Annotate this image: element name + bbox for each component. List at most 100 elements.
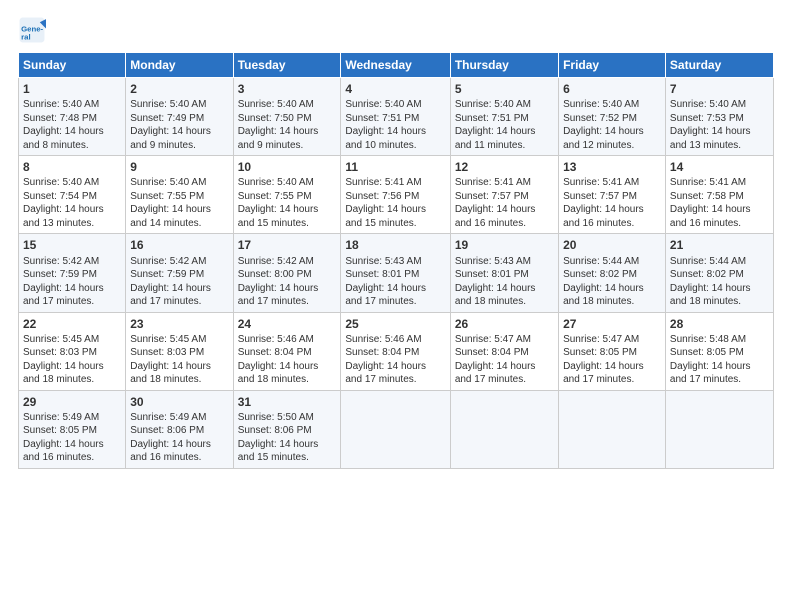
day-info: and 17 minutes. [238,295,337,309]
day-info: Daylight: 14 hours [670,360,769,374]
day-number: 9 [130,159,228,175]
day-info: Daylight: 14 hours [563,282,661,296]
day-number: 8 [23,159,121,175]
calendar-cell: 12Sunrise: 5:41 AMSunset: 7:57 PMDayligh… [450,156,558,234]
day-info: and 17 minutes. [345,295,445,309]
logo: Gene- ral [18,16,48,44]
calendar-cell: 1Sunrise: 5:40 AMSunset: 7:48 PMDaylight… [19,78,126,156]
day-info: Daylight: 14 hours [670,282,769,296]
day-number: 13 [563,159,661,175]
day-info: Sunrise: 5:40 AM [23,98,121,112]
calendar-cell: 26Sunrise: 5:47 AMSunset: 8:04 PMDayligh… [450,312,558,390]
week-row-1: 1Sunrise: 5:40 AMSunset: 7:48 PMDaylight… [19,78,774,156]
day-info: Sunset: 8:04 PM [238,346,337,360]
day-info: Sunrise: 5:45 AM [130,333,228,347]
calendar-cell: 5Sunrise: 5:40 AMSunset: 7:51 PMDaylight… [450,78,558,156]
week-row-4: 22Sunrise: 5:45 AMSunset: 8:03 PMDayligh… [19,312,774,390]
day-info: Sunrise: 5:40 AM [345,98,445,112]
day-number: 14 [670,159,769,175]
day-info: Sunrise: 5:44 AM [670,255,769,269]
day-info: and 9 minutes. [130,139,228,153]
day-info: Sunset: 8:01 PM [345,268,445,282]
day-info: Sunrise: 5:40 AM [238,176,337,190]
day-info: Sunset: 8:05 PM [563,346,661,360]
day-info: Daylight: 14 hours [130,438,228,452]
day-info: and 16 minutes. [455,217,554,231]
day-info: and 11 minutes. [455,139,554,153]
week-row-3: 15Sunrise: 5:42 AMSunset: 7:59 PMDayligh… [19,234,774,312]
day-info: and 15 minutes. [238,451,337,465]
day-info: Sunrise: 5:41 AM [670,176,769,190]
calendar-cell: 18Sunrise: 5:43 AMSunset: 8:01 PMDayligh… [341,234,450,312]
day-number: 16 [130,237,228,253]
day-info: Daylight: 14 hours [455,360,554,374]
day-number: 7 [670,81,769,97]
day-info: and 18 minutes. [23,373,121,387]
calendar-cell: 7Sunrise: 5:40 AMSunset: 7:53 PMDaylight… [665,78,773,156]
calendar-cell [559,390,666,468]
day-info: Sunrise: 5:41 AM [563,176,661,190]
day-info: Sunset: 7:55 PM [238,190,337,204]
day-number: 28 [670,316,769,332]
day-info: and 16 minutes. [670,217,769,231]
day-info: Sunrise: 5:43 AM [345,255,445,269]
day-info: Daylight: 14 hours [130,203,228,217]
calendar-cell: 11Sunrise: 5:41 AMSunset: 7:56 PMDayligh… [341,156,450,234]
day-number: 6 [563,81,661,97]
day-info: Sunset: 8:05 PM [670,346,769,360]
calendar-cell: 3Sunrise: 5:40 AMSunset: 7:50 PMDaylight… [233,78,341,156]
day-info: Sunset: 8:04 PM [455,346,554,360]
day-info: Daylight: 14 hours [563,125,661,139]
day-info: and 16 minutes. [563,217,661,231]
day-info: and 17 minutes. [670,373,769,387]
day-number: 24 [238,316,337,332]
day-info: Daylight: 14 hours [563,203,661,217]
day-info: Daylight: 14 hours [130,360,228,374]
day-info: Sunrise: 5:40 AM [670,98,769,112]
weekday-header: SundayMondayTuesdayWednesdayThursdayFrid… [19,53,774,78]
day-info: Daylight: 14 hours [455,203,554,217]
day-info: Daylight: 14 hours [23,125,121,139]
day-info: Daylight: 14 hours [238,282,337,296]
day-info: and 18 minutes. [238,373,337,387]
calendar-cell: 30Sunrise: 5:49 AMSunset: 8:06 PMDayligh… [126,390,233,468]
day-info: Daylight: 14 hours [455,282,554,296]
calendar-cell [665,390,773,468]
day-info: Daylight: 14 hours [345,360,445,374]
day-info: Daylight: 14 hours [563,360,661,374]
day-info: Sunrise: 5:48 AM [670,333,769,347]
day-info: and 17 minutes. [455,373,554,387]
day-number: 2 [130,81,228,97]
day-number: 1 [23,81,121,97]
day-info: Daylight: 14 hours [345,282,445,296]
day-info: Sunset: 7:57 PM [563,190,661,204]
day-info: Sunset: 7:51 PM [455,112,554,126]
day-info: Sunset: 7:48 PM [23,112,121,126]
day-info: and 9 minutes. [238,139,337,153]
calendar-cell: 23Sunrise: 5:45 AMSunset: 8:03 PMDayligh… [126,312,233,390]
day-info: Sunrise: 5:40 AM [23,176,121,190]
day-info: Sunrise: 5:40 AM [130,176,228,190]
day-info: Daylight: 14 hours [130,125,228,139]
day-info: Sunset: 8:06 PM [130,424,228,438]
day-number: 29 [23,394,121,410]
day-info: Sunset: 8:02 PM [670,268,769,282]
calendar-cell: 14Sunrise: 5:41 AMSunset: 7:58 PMDayligh… [665,156,773,234]
day-info: Daylight: 14 hours [238,125,337,139]
day-info: Sunrise: 5:43 AM [455,255,554,269]
day-info: Sunrise: 5:41 AM [345,176,445,190]
day-info: and 10 minutes. [345,139,445,153]
calendar-cell: 2Sunrise: 5:40 AMSunset: 7:49 PMDaylight… [126,78,233,156]
day-info: Sunset: 7:57 PM [455,190,554,204]
day-number: 23 [130,316,228,332]
weekday-thursday: Thursday [450,53,558,78]
day-info: Sunset: 8:05 PM [23,424,121,438]
calendar-cell: 31Sunrise: 5:50 AMSunset: 8:06 PMDayligh… [233,390,341,468]
day-info: Daylight: 14 hours [238,438,337,452]
day-number: 10 [238,159,337,175]
calendar-cell: 28Sunrise: 5:48 AMSunset: 8:05 PMDayligh… [665,312,773,390]
day-info: Sunrise: 5:44 AM [563,255,661,269]
day-info: Sunrise: 5:42 AM [130,255,228,269]
day-info: Sunset: 7:55 PM [130,190,228,204]
weekday-saturday: Saturday [665,53,773,78]
